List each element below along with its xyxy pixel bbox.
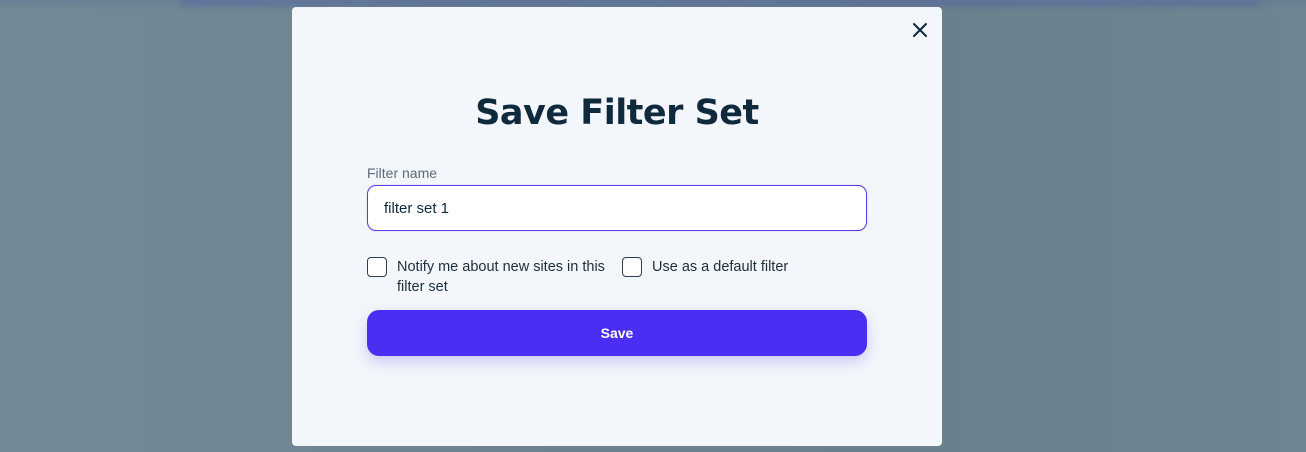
default-filter-checkbox-row[interactable]: Use as a default filter	[622, 257, 842, 277]
notify-checkbox-label: Notify me about new sites in this filter…	[397, 259, 605, 295]
modal-title: Save Filter Set	[475, 93, 759, 133]
backdrop-header-shadow	[180, 0, 1260, 6]
save-filter-set-modal: Save Filter Set Filter name Notify me ab…	[292, 7, 942, 446]
default-filter-checkbox[interactable]	[622, 257, 642, 277]
close-button[interactable]	[910, 20, 930, 40]
notify-checkbox-row[interactable]: Notify me about new sites in this filter…	[367, 257, 607, 297]
filter-name-label: Filter name	[367, 165, 438, 181]
default-filter-checkbox-label: Use as a default filter	[652, 259, 789, 275]
filter-name-input[interactable]	[367, 185, 867, 231]
notify-checkbox[interactable]	[367, 257, 387, 277]
save-button[interactable]: Save	[367, 310, 867, 356]
close-icon	[913, 23, 927, 37]
